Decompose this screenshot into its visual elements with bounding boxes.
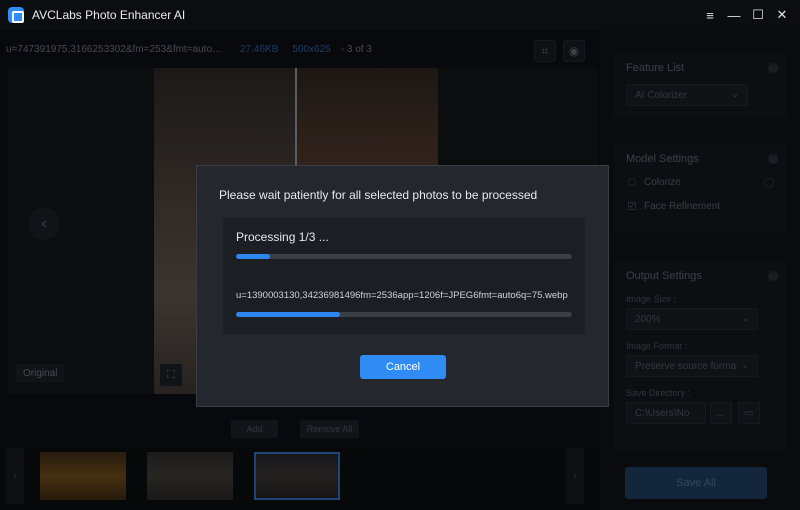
processing-dialog: Please wait patiently for all selected p… [196, 165, 609, 407]
dialog-message: Please wait patiently for all selected p… [219, 188, 538, 202]
app-logo-icon [8, 7, 24, 23]
menu-icon[interactable]: ≡ [698, 8, 722, 23]
app-title: AVCLabs Photo Enhancer AI [32, 8, 186, 22]
minimize-icon[interactable]: — [722, 8, 746, 23]
title-bar: AVCLabs Photo Enhancer AI ≡ — ☐ ✕ [0, 0, 800, 30]
file-progress-bar [236, 312, 572, 317]
current-file-name: u=1390003130,34236981496fm=2536app=1206f… [236, 290, 568, 301]
file-progress-fill [236, 312, 341, 317]
cancel-button[interactable]: Cancel [360, 355, 446, 379]
overall-progress-bar [236, 254, 572, 259]
window-controls: ≡ — ☐ ✕ [698, 0, 794, 30]
maximize-icon[interactable]: ☐ [746, 7, 770, 23]
overall-progress-fill [236, 254, 270, 259]
processing-status: Processing 1/3 ... [236, 230, 329, 244]
progress-box: Processing 1/3 ... u=1390003130,34236981… [223, 218, 585, 334]
close-icon[interactable]: ✕ [770, 7, 794, 23]
